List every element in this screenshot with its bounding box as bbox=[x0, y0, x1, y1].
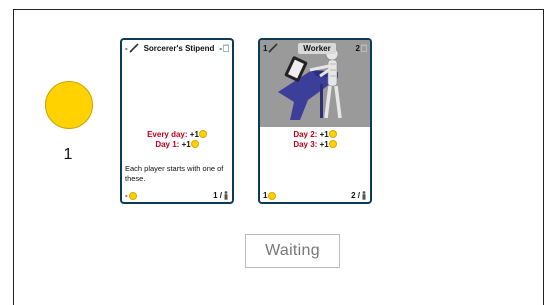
card-foot-right: 1 / bbox=[213, 191, 222, 200]
effect-value: +1 bbox=[181, 140, 191, 149]
person-icon bbox=[224, 191, 228, 200]
player-coin-count: 1 bbox=[63, 146, 73, 163]
coin-icon bbox=[198, 130, 207, 138]
pen-icon bbox=[268, 43, 279, 53]
card-description: Each player starts with one of these. bbox=[125, 164, 224, 183]
coin-icon bbox=[268, 191, 277, 200]
card-cost-left: 1 bbox=[263, 43, 268, 53]
card-effects: Every day: +1 Day 1: +1 bbox=[122, 130, 232, 150]
coin-icon bbox=[45, 81, 93, 129]
card-title: Sorcerer's Stipend bbox=[143, 43, 215, 53]
card-sorcerers-stipend[interactable]: - Sorcerer's Stipend - Every day: +1 Day… bbox=[120, 38, 234, 204]
card-effects: Day 2: +1 Day 3: +1 bbox=[260, 130, 370, 150]
waiting-status-button[interactable]: Waiting bbox=[245, 234, 340, 268]
trash-icon bbox=[360, 44, 367, 52]
effect-label: Day 3: bbox=[293, 140, 318, 149]
effect-value: +1 bbox=[189, 130, 199, 139]
coin-icon bbox=[328, 130, 337, 138]
effect-label: Day 2: bbox=[293, 130, 318, 139]
card-foot-left: 1 bbox=[263, 191, 268, 200]
coin-icon bbox=[190, 140, 199, 148]
card-cost-left: - bbox=[125, 43, 128, 53]
card-cost-right: 2 bbox=[355, 43, 360, 53]
card-worker[interactable]: 1 Worker 2 Day 2: +1 Day 3: +1 1 2 / bbox=[258, 38, 372, 204]
card-cost-right: - bbox=[219, 43, 222, 53]
card-foot-left: - bbox=[125, 191, 128, 200]
effect-value: +1 bbox=[319, 140, 329, 149]
person-icon bbox=[362, 191, 366, 200]
pen-icon bbox=[129, 43, 139, 53]
card-title: Worker bbox=[298, 42, 336, 54]
card-foot-right: 2 / bbox=[351, 191, 360, 200]
effect-label: Day 1: bbox=[155, 140, 180, 149]
coin-icon bbox=[328, 140, 337, 148]
trash-icon bbox=[222, 44, 229, 52]
effect-value: +1 bbox=[319, 130, 329, 139]
effect-label: Every day: bbox=[147, 130, 188, 139]
coin-icon bbox=[128, 191, 137, 200]
